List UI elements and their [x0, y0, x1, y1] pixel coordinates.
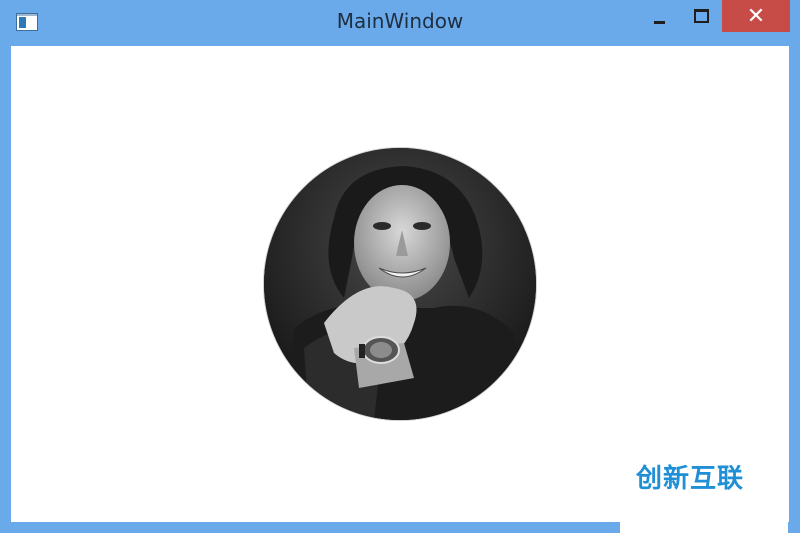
- maximize-icon: [693, 9, 709, 23]
- circular-portrait-image: [263, 147, 537, 421]
- watermark-text: 创新互联: [636, 464, 745, 494]
- maximize-button[interactable]: [682, 0, 720, 32]
- window-title: MainWindow: [336, 9, 464, 33]
- title-bar[interactable]: MainWindow ✕: [0, 0, 800, 46]
- minimize-icon: [653, 20, 665, 24]
- close-button[interactable]: ✕: [722, 0, 790, 32]
- watermark-logo: 创新互联: [620, 462, 788, 533]
- main-window: MainWindow ✕ 创新互联: [0, 0, 800, 533]
- client-area: [11, 46, 789, 522]
- close-icon: ✕: [746, 3, 766, 29]
- portrait-photo: [264, 148, 536, 420]
- minimize-button[interactable]: [640, 0, 678, 32]
